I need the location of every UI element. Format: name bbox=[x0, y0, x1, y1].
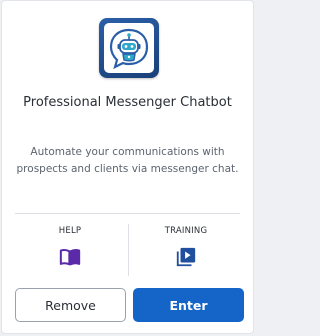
training-link[interactable]: TRAINING bbox=[131, 226, 241, 268]
app-title: Professional Messenger Chatbot bbox=[23, 95, 232, 110]
app-description: Automate your communications with prospe… bbox=[16, 146, 239, 175]
remove-button[interactable]: Remove bbox=[15, 288, 126, 322]
divider-vertical bbox=[128, 224, 129, 276]
app-card: Professional Messenger Chatbot Automate … bbox=[1, 0, 254, 334]
app-logo bbox=[99, 18, 159, 78]
enter-button[interactable]: Enter bbox=[133, 288, 244, 322]
help-link[interactable]: HELP bbox=[15, 226, 125, 268]
video-library-icon bbox=[176, 247, 196, 267]
chatbot-robot-icon bbox=[109, 28, 149, 70]
training-label: TRAINING bbox=[164, 226, 208, 236]
logo-inner bbox=[104, 23, 154, 73]
help-label: HELP bbox=[58, 226, 82, 236]
divider bbox=[15, 213, 240, 214]
book-icon bbox=[59, 248, 81, 266]
